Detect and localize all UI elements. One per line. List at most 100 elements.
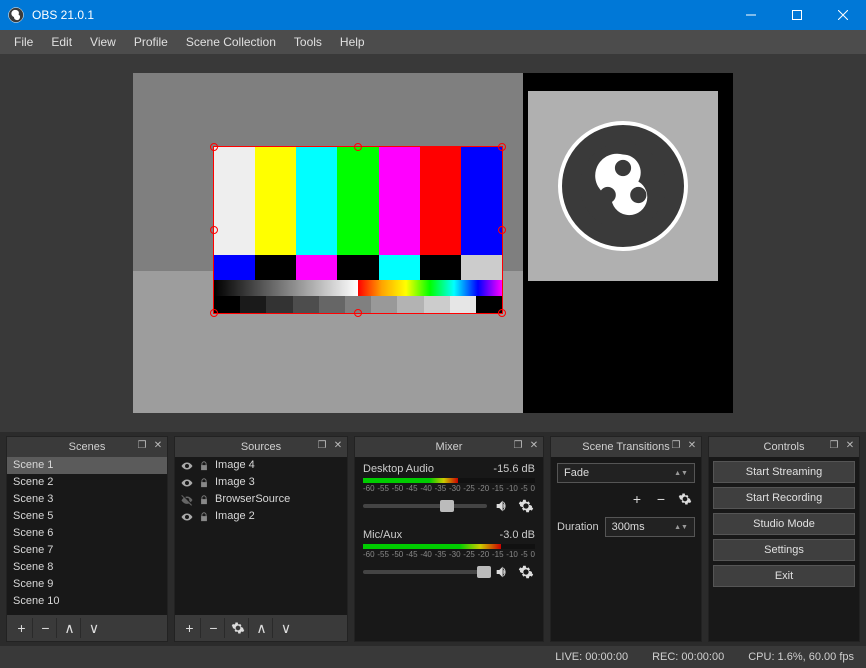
remove-scene-button[interactable]: − [35,618,57,638]
add-source-button[interactable]: + [179,618,201,638]
lock-icon[interactable] [199,478,209,488]
menu-profile[interactable]: Profile [126,33,176,51]
lock-icon[interactable] [199,512,209,522]
menu-tools[interactable]: Tools [286,33,330,51]
close-panel-icon[interactable]: ✕ [151,439,165,453]
exit-button[interactable]: Exit [713,565,855,587]
menu-scene-collection[interactable]: Scene Collection [178,33,284,51]
resize-handle-tr[interactable] [498,143,506,151]
eye-icon[interactable] [181,460,193,472]
remove-source-button[interactable]: − [203,618,225,638]
source-item[interactable]: Image 2 [175,508,347,525]
close-button[interactable] [820,0,866,30]
volume-slider[interactable] [363,504,487,508]
menu-help[interactable]: Help [332,33,373,51]
menu-edit[interactable]: Edit [43,33,80,51]
sources-title: Sources [241,441,281,453]
close-panel-icon[interactable]: ✕ [527,439,541,453]
resize-handle-mr[interactable] [498,226,506,234]
scene-item[interactable]: Scene 6 [7,525,167,542]
lock-icon[interactable] [199,495,209,505]
start-recording-button[interactable]: Start Recording [713,487,855,509]
source-item[interactable]: Image 4 [175,457,347,474]
close-panel-icon[interactable]: ✕ [685,439,699,453]
undock-icon[interactable]: ❐ [315,439,329,453]
source-item[interactable]: Image 3 [175,474,347,491]
add-scene-button[interactable]: + [11,618,33,638]
start-streaming-button[interactable]: Start Streaming [713,461,855,483]
transition-selected-label: Fade [564,467,589,479]
gear-icon[interactable] [517,563,535,581]
transition-settings-button[interactable] [675,489,695,509]
minimize-button[interactable] [728,0,774,30]
resize-handle-bl[interactable] [210,309,218,317]
preview-area[interactable] [0,54,866,432]
sources-list[interactable]: Image 4Image 3BrowserSourceImage 2 [175,457,347,615]
mixer-channel: Mic/Aux-3.0 dB-60-55-50-45-40-35-30-25-2… [363,529,535,581]
gear-icon[interactable] [517,497,535,515]
transitions-title: Scene Transitions [582,441,669,453]
scene-item[interactable]: Scene 9 [7,576,167,593]
source-item[interactable]: BrowserSource [175,491,347,508]
scene-item[interactable]: Scene 8 [7,559,167,576]
move-source-up-button[interactable]: ∧ [251,618,273,638]
preview-canvas[interactable] [133,73,733,413]
studio-mode-button[interactable]: Studio Mode [713,513,855,535]
scene-item[interactable]: Scene 2 [7,474,167,491]
mixer-header: Mixer ❐ ✕ [355,437,543,457]
move-scene-down-button[interactable]: ∨ [83,618,105,638]
remove-transition-button[interactable]: − [651,489,671,509]
scene-item[interactable]: Scene 10 [7,593,167,610]
resize-handle-ml[interactable] [210,226,218,234]
lock-icon[interactable] [199,461,209,471]
speaker-icon[interactable] [493,563,511,581]
close-panel-icon[interactable]: ✕ [331,439,345,453]
duration-spinbox[interactable]: 300ms ▲▼ [605,517,695,537]
menu-view[interactable]: View [82,33,124,51]
eye-icon[interactable] [181,477,193,489]
scene-item[interactable]: Scene 1 [7,457,167,474]
undock-icon[interactable]: ❐ [511,439,525,453]
duration-value: 300ms [612,521,645,533]
dock-panels-row: Scenes ❐ ✕ Scene 1Scene 2Scene 3Scene 5S… [0,432,866,646]
eye-off-icon[interactable] [181,494,193,506]
transitions-panel: Scene Transitions ❐ ✕ Fade ▲▼ + − Durati… [550,436,702,642]
move-scene-up-button[interactable]: ∧ [59,618,81,638]
selected-source-testpattern[interactable] [213,146,503,314]
undock-icon[interactable]: ❐ [669,439,683,453]
scene-item[interactable]: Scene 5 [7,508,167,525]
meter-ticks: -60-55-50-45-40-35-30-25-20-15-10-50 [363,484,535,493]
settings-button[interactable]: Settings [713,539,855,561]
obs-logo-source [528,91,718,281]
volume-slider[interactable] [363,570,487,574]
scenes-header: Scenes ❐ ✕ [7,437,167,457]
app-icon [8,7,24,23]
maximize-button[interactable] [774,0,820,30]
volume-meter [363,478,535,483]
scene-item[interactable]: Scene 3 [7,491,167,508]
spectrum-bar [214,280,502,297]
status-live: LIVE: 00:00:00 [555,651,628,663]
transition-select[interactable]: Fade ▲▼ [557,463,695,483]
scenes-list[interactable]: Scene 1Scene 2Scene 3Scene 5Scene 6Scene… [7,457,167,615]
undock-icon[interactable]: ❐ [827,439,841,453]
resize-handle-bm[interactable] [354,309,362,317]
source-properties-button[interactable] [227,618,249,638]
resize-handle-tl[interactable] [210,143,218,151]
status-bar: LIVE: 00:00:00 REC: 00:00:00 CPU: 1.6%, … [0,646,866,668]
source-label: BrowserSource [215,491,290,508]
eye-icon[interactable] [181,511,193,523]
pluge-bars [214,255,502,280]
resize-handle-tm[interactable] [354,143,362,151]
speaker-icon[interactable] [493,497,511,515]
source-label: Image 3 [215,474,255,491]
scene-item[interactable]: Scene 7 [7,542,167,559]
add-transition-button[interactable]: + [627,489,647,509]
close-panel-icon[interactable]: ✕ [843,439,857,453]
scenes-title: Scenes [69,441,106,453]
resize-handle-br[interactable] [498,309,506,317]
move-source-down-button[interactable]: ∨ [275,618,297,638]
undock-icon[interactable]: ❐ [135,439,149,453]
source-label: Image 2 [215,508,255,525]
menu-file[interactable]: File [6,33,41,51]
